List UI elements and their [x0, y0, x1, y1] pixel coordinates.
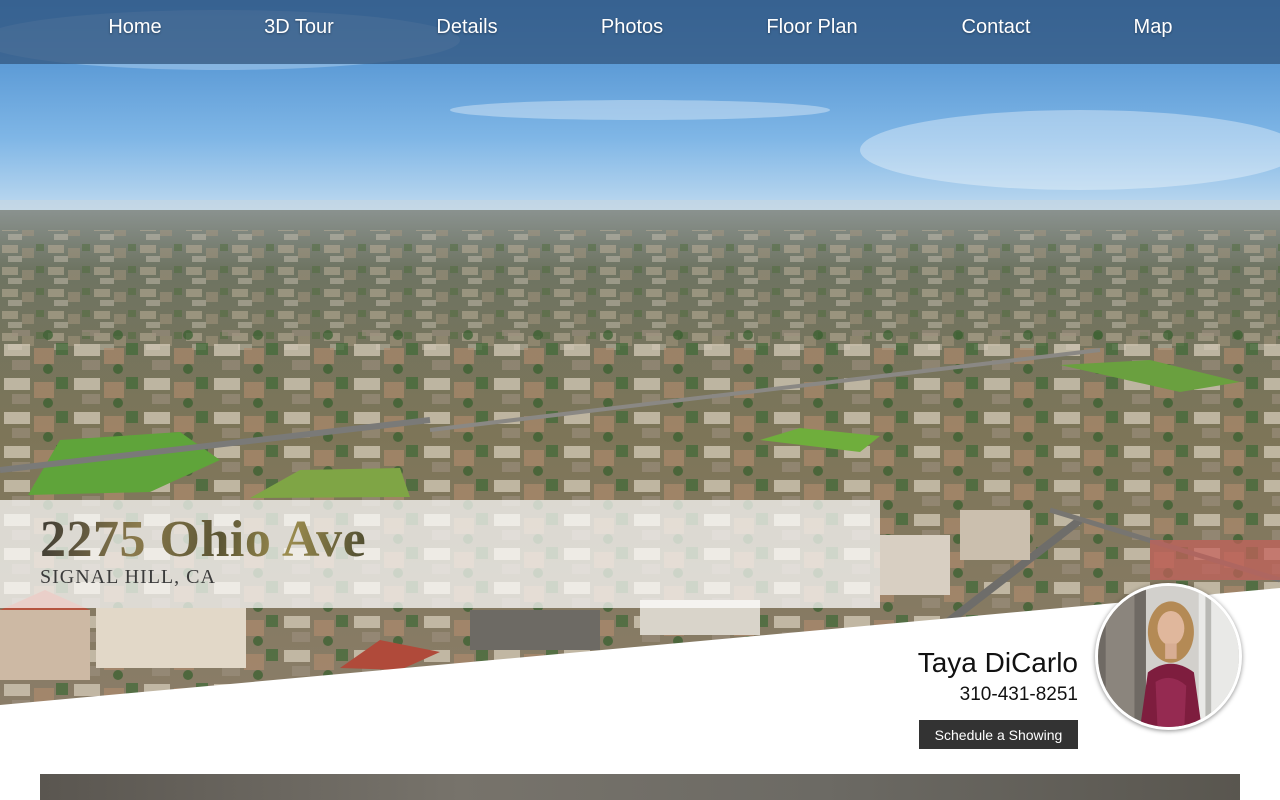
nav-photos[interactable]: Photos: [601, 16, 663, 39]
nav-map[interactable]: Map: [1134, 16, 1173, 39]
listing-city: SIGNAL HILL, CA: [40, 566, 216, 588]
listing-street-address: 2275 Ohio Ave: [40, 505, 366, 575]
agent-phone[interactable]: 310-431-8251: [960, 684, 1078, 706]
bottom-photo-strip: [40, 774, 1240, 800]
nav-details[interactable]: Details: [436, 16, 497, 39]
agent-avatar: [1095, 583, 1242, 730]
nav-3d-tour[interactable]: 3D Tour: [264, 16, 334, 39]
schedule-showing-button[interactable]: Schedule a Showing: [919, 720, 1078, 749]
nav-home[interactable]: Home: [108, 16, 161, 39]
nav-floor-plan[interactable]: Floor Plan: [766, 16, 857, 39]
agent-name: Taya DiCarlo: [917, 647, 1078, 678]
nav-contact[interactable]: Contact: [962, 16, 1031, 39]
agent-photo: [1098, 586, 1239, 727]
top-navigation: Home 3D Tour Details Photos Floor Plan C…: [0, 0, 1280, 64]
